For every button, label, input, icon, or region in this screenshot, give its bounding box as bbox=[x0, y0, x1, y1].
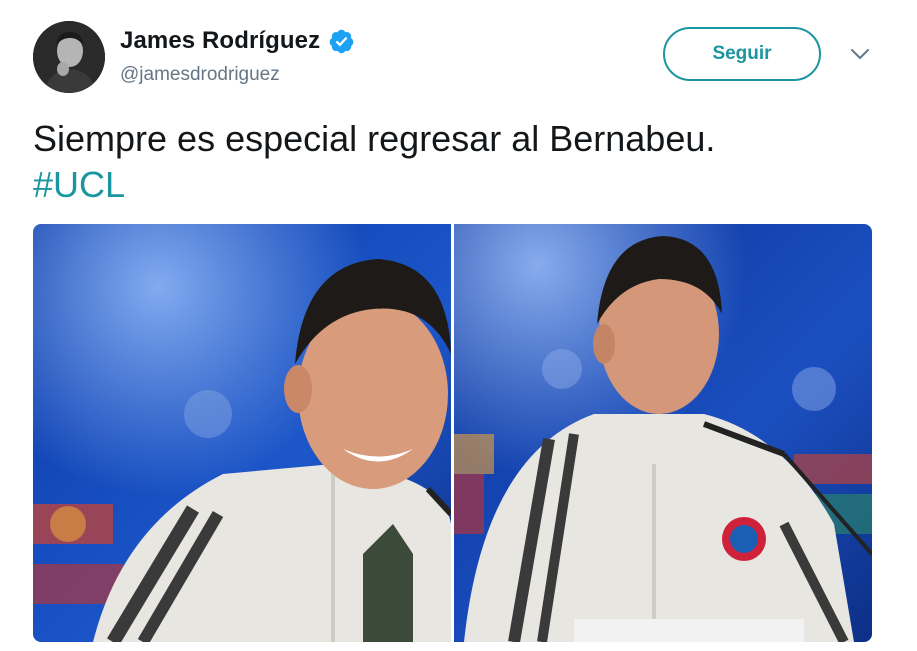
author-row: James Rodríguez bbox=[120, 27, 355, 55]
handle[interactable]: @jamesdrodriguez bbox=[120, 64, 280, 86]
tweet-text: Siempre es especial regresar al Bernabeu… bbox=[33, 116, 873, 208]
hashtag-link[interactable]: #UCL bbox=[33, 162, 873, 208]
verified-badge-icon bbox=[328, 28, 355, 55]
chevron-down-icon[interactable] bbox=[848, 44, 872, 64]
photo-2[interactable] bbox=[454, 224, 872, 642]
press-conference-photo-icon bbox=[33, 224, 451, 642]
press-conference-photo-icon bbox=[454, 224, 872, 642]
tweet: James Rodríguez @jamesdrodriguez Seguir … bbox=[0, 0, 917, 651]
display-name[interactable]: James Rodríguez bbox=[120, 27, 320, 55]
tweet-body: Siempre es especial regresar al Bernabeu… bbox=[33, 118, 716, 159]
follow-button[interactable]: Seguir bbox=[663, 27, 821, 81]
media-grid bbox=[33, 224, 872, 642]
photo-1[interactable] bbox=[33, 224, 451, 642]
profile-photo-icon bbox=[33, 21, 105, 93]
avatar[interactable] bbox=[33, 21, 105, 93]
